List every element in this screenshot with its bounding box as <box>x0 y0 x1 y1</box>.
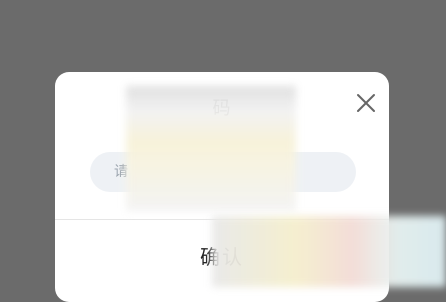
close-icon <box>357 94 375 112</box>
close-button[interactable] <box>353 90 379 116</box>
redaction-blur <box>212 216 446 287</box>
redaction-blur <box>126 86 296 211</box>
